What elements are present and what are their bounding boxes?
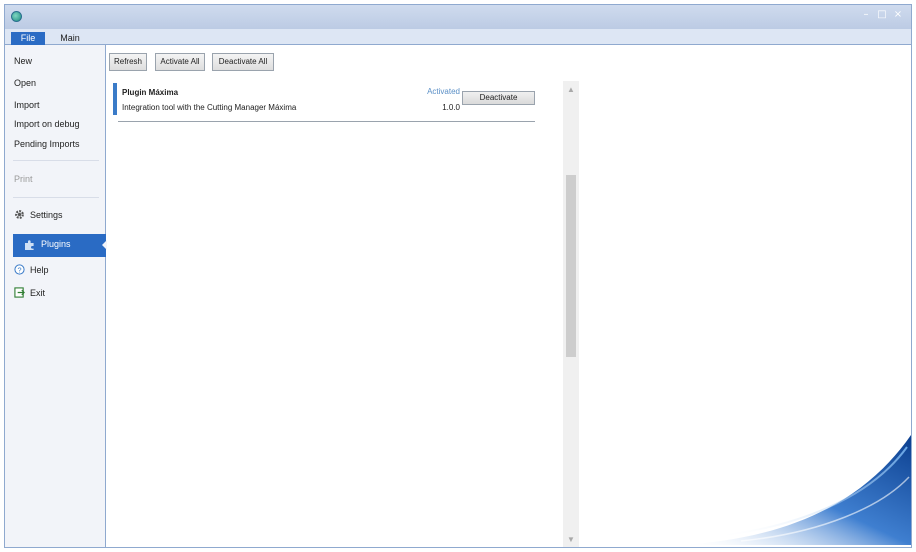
menu-item-open[interactable]: Open [14,76,36,90]
main-window: – □ × File Main New Open Import Import o… [4,4,912,548]
plugins-list: Plugin Máxima Integration tool with the … [112,75,579,547]
gear-icon [14,209,25,220]
close-button[interactable]: × [893,9,903,21]
tab-file[interactable]: File [11,32,45,45]
menu-item-print[interactable]: Print [14,172,33,186]
menu-item-exit[interactable]: Exit [14,286,45,300]
menu-item-settings[interactable]: Settings [14,208,63,222]
vertical-scrollbar[interactable]: ▲ ▼ [563,81,579,547]
svg-text:?: ? [17,265,21,274]
menu-item-help-label: Help [30,265,49,275]
menu-item-help[interactable]: ? Help [14,263,49,277]
plugin-name: Plugin Máxima [122,88,179,97]
ribbon-tabs: File Main [5,29,911,45]
plugin-divider [118,121,535,122]
exit-icon [14,287,25,298]
menu-item-import-on-debug[interactable]: Import on debug [14,117,80,131]
menu-item-import[interactable]: Import [14,98,40,112]
scroll-thumb[interactable] [566,175,576,357]
menu-item-pending-imports[interactable]: Pending Imports [14,137,80,151]
activate-all-button[interactable]: Activate All [155,53,205,71]
plugin-description: Integration tool with the Cutting Manage… [122,103,297,112]
backstage-sidebar: New Open Import Import on debug Pending … [5,45,107,547]
puzzle-icon [24,239,36,251]
separator [13,160,99,161]
decorative-swoosh-graphic [681,435,911,545]
plugin-row: Plugin Máxima Integration tool with the … [113,83,535,122]
maximize-button[interactable]: □ [877,9,887,21]
menu-item-plugins-label: Plugins [41,239,71,249]
minimize-button[interactable]: – [861,9,871,21]
menu-item-exit-label: Exit [30,288,46,298]
deactivate-plugin-button[interactable]: Deactivate [462,91,535,105]
plugin-version: 1.0.0 [442,103,460,112]
title-bar: – □ × [5,5,911,29]
window-controls: – □ × [861,9,903,21]
scroll-down-arrow-icon[interactable]: ▼ [563,533,579,547]
plugin-accent-bar [113,83,117,115]
scroll-up-arrow-icon[interactable]: ▲ [563,83,579,97]
help-icon: ? [14,264,25,275]
menu-item-settings-label: Settings [30,210,63,220]
separator [13,197,99,198]
refresh-button[interactable]: Refresh [109,53,147,71]
plugin-status: Activated [427,87,460,96]
menu-item-plugins[interactable]: Plugins [13,234,107,257]
deactivate-all-button[interactable]: Deactivate All [212,53,274,71]
app-icon [11,11,22,22]
menu-item-new[interactable]: New [14,54,32,68]
tab-main[interactable]: Main [53,32,87,45]
